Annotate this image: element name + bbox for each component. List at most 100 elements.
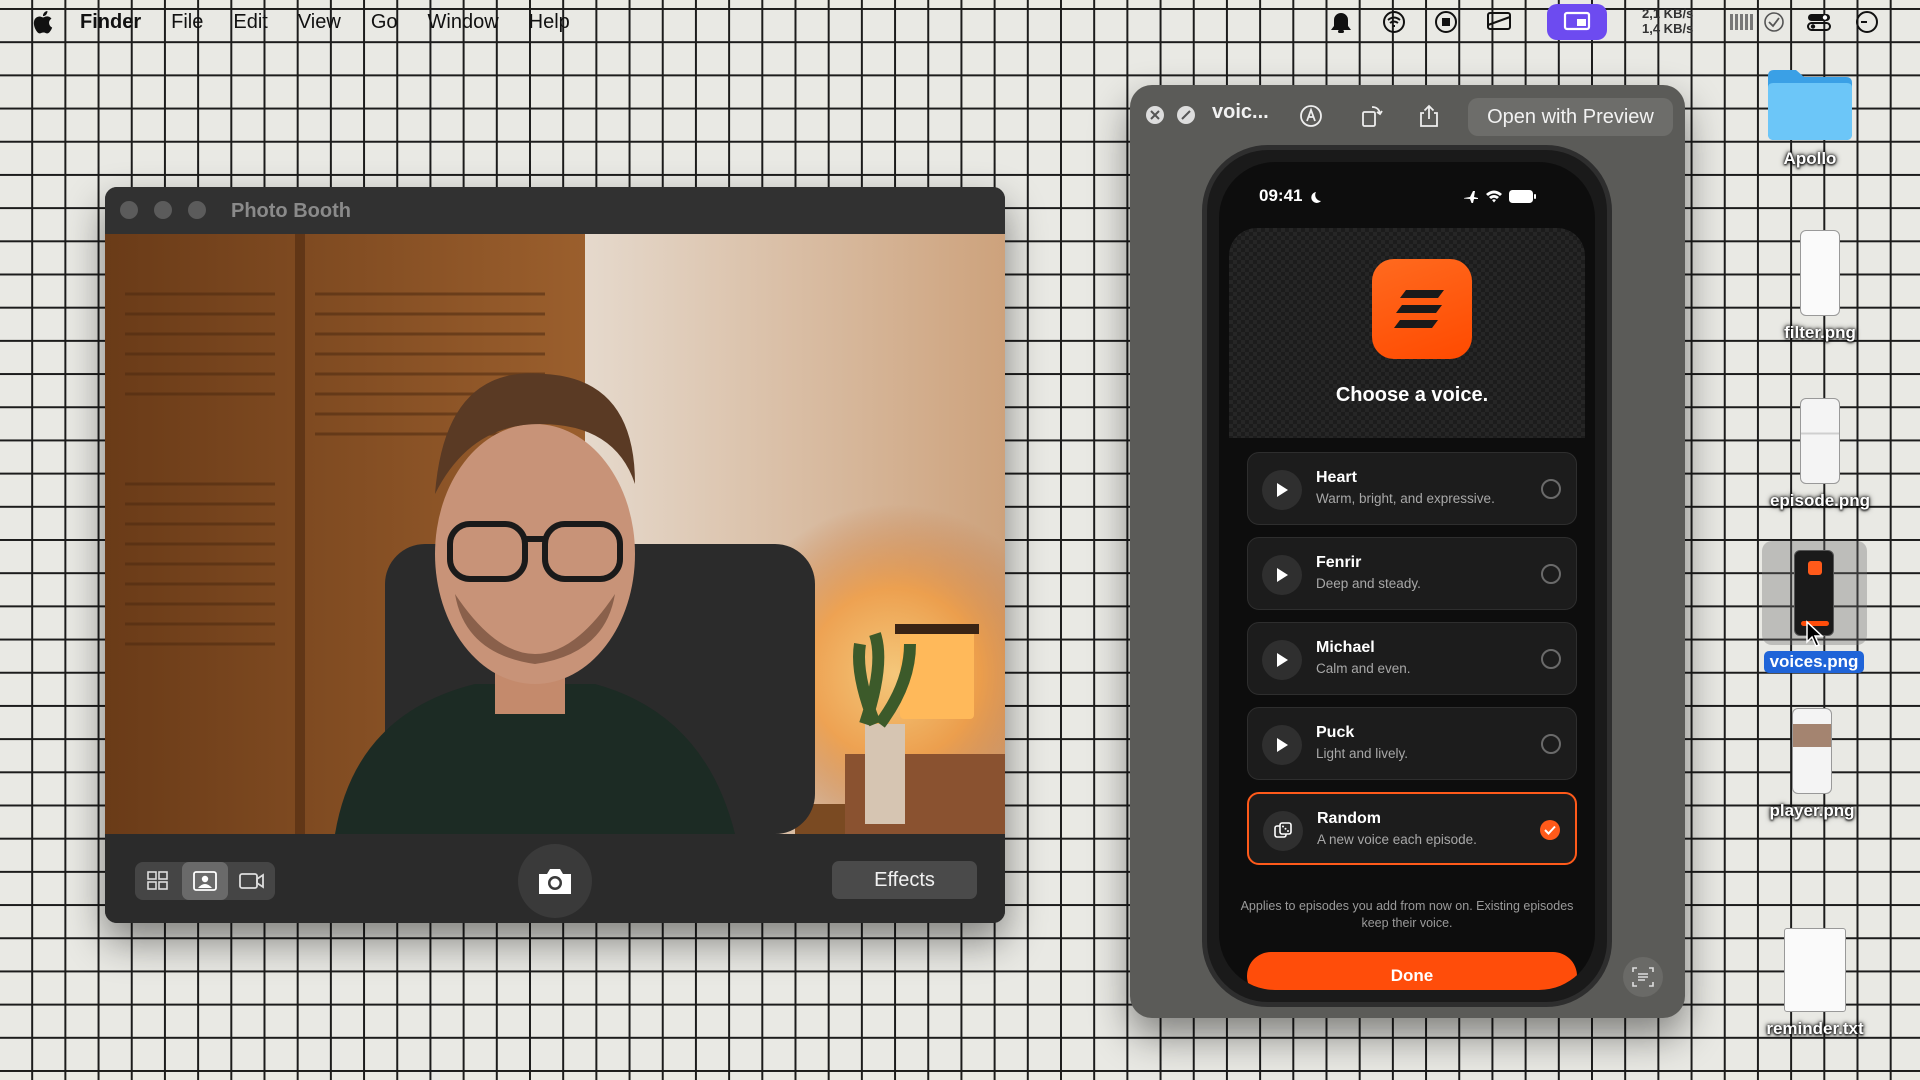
- clock-icon[interactable]: [1853, 10, 1881, 34]
- voice-description: Light and lively.: [1316, 746, 1409, 761]
- quick-look-window: voic... Open with Preview 09:41 Choose a…: [1130, 85, 1685, 1018]
- download-speed: 1,4 KB/s: [1642, 21, 1694, 36]
- play-icon: [1277, 568, 1288, 582]
- voice-list: Heart Warm, bright, and expressive. Fenr…: [1247, 452, 1577, 877]
- desktop-file-reminder-txt[interactable]: reminder.txt: [1740, 928, 1890, 1040]
- voice-description: A new voice each episode.: [1317, 832, 1477, 847]
- screen-mirror-icon: [1563, 11, 1591, 31]
- title-bar[interactable]: Photo Booth: [105, 187, 1005, 234]
- desktop-file-player-png[interactable]: player.png: [1737, 708, 1887, 822]
- voice-description: Deep and steady.: [1316, 576, 1421, 591]
- play-preview-button[interactable]: [1262, 725, 1302, 765]
- minimize-button[interactable]: [154, 201, 172, 219]
- menu-help[interactable]: Help: [529, 11, 570, 34]
- menu-go[interactable]: Go: [371, 11, 398, 34]
- network-speed: 2,1 KB/s 1,4 KB/s: [1642, 6, 1693, 36]
- desktop-item-label: episode.png: [1769, 491, 1871, 510]
- desktop-file-filter-png[interactable]: filter.png: [1745, 230, 1895, 344]
- zoom-button[interactable]: [188, 201, 206, 219]
- voice-name: Puck: [1316, 724, 1355, 741]
- radio-unchecked[interactable]: [1541, 734, 1561, 754]
- display-icon[interactable]: [1485, 10, 1513, 34]
- play-icon: [1277, 653, 1288, 667]
- done-button[interactable]: Done: [1247, 952, 1577, 990]
- record-stop-icon[interactable]: [1432, 10, 1460, 34]
- desktop-file-episode-png[interactable]: episode.png: [1745, 398, 1895, 512]
- live-text-button[interactable]: [1623, 957, 1663, 997]
- radio-unchecked[interactable]: [1541, 649, 1561, 669]
- image-thumbnail: [1792, 708, 1832, 794]
- video-icon: [239, 873, 264, 889]
- close-icon[interactable]: [1145, 105, 1165, 125]
- desktop-item-label: voices.png: [1763, 651, 1865, 673]
- voice-description: Calm and even.: [1316, 661, 1411, 676]
- memory-meter-icon[interactable]: [1728, 10, 1756, 34]
- text-file-icon: [1784, 928, 1846, 1012]
- photo-booth-toolbar: Effects: [105, 834, 1005, 923]
- phone-mockup: 09:41 Choose a voice. Heart Warm, bright…: [1202, 145, 1612, 1007]
- quick-look-toolbar: voic... Open with Preview: [1130, 85, 1685, 145]
- play-preview-button[interactable]: [1262, 555, 1302, 595]
- effects-button[interactable]: Effects: [832, 861, 977, 899]
- dice-icon: [1274, 822, 1292, 838]
- menu-file[interactable]: File: [171, 11, 203, 34]
- window-title: Photo Booth: [231, 200, 351, 222]
- voice-name: Random: [1317, 810, 1381, 827]
- wifi-icon: [1486, 190, 1502, 203]
- capture-mode-selector: [135, 862, 275, 900]
- take-photo-button[interactable]: [518, 844, 592, 918]
- voice-option-random[interactable]: Random A new voice each episode.: [1247, 792, 1577, 865]
- apple-logo-icon[interactable]: [30, 9, 54, 35]
- radio-unchecked[interactable]: [1541, 479, 1561, 499]
- text-scan-icon: [1632, 967, 1654, 987]
- markup-icon[interactable]: [1298, 103, 1324, 129]
- voice-name: Michael: [1316, 639, 1375, 656]
- close-button[interactable]: [120, 201, 138, 219]
- desktop-item-label: reminder.txt: [1766, 1019, 1864, 1038]
- menu-bar: Finder File Edit View Go Window Help 2,1…: [0, 0, 1920, 44]
- portrait-icon: [193, 871, 217, 891]
- check-circle-icon[interactable]: [1760, 10, 1788, 34]
- single-photo-mode-button[interactable]: [182, 862, 228, 900]
- fullscreen-icon[interactable]: [1176, 105, 1196, 125]
- menu-finder[interactable]: Finder: [80, 11, 141, 34]
- phone-screen: 09:41 Choose a voice. Heart Warm, bright…: [1219, 162, 1595, 990]
- radio-checked[interactable]: [1540, 820, 1560, 840]
- desktop-item-label: Apollo: [1783, 149, 1837, 168]
- voice-option-heart[interactable]: Heart Warm, bright, and expressive.: [1247, 452, 1577, 525]
- open-with-preview-button[interactable]: Open with Preview: [1468, 98, 1673, 136]
- video-mode-button[interactable]: [229, 862, 275, 900]
- desktop-file-voices-png[interactable]: voices.png: [1739, 541, 1889, 673]
- bell-icon[interactable]: [1327, 10, 1355, 34]
- voice-footnote: Applies to episodes you add from now on.…: [1240, 899, 1574, 930]
- desktop-item-label: filter.png: [1784, 323, 1856, 342]
- checkmark-icon: [1544, 825, 1556, 835]
- upload-speed: 2,1 KB/s: [1642, 6, 1694, 21]
- play-icon: [1277, 483, 1288, 497]
- menu-view[interactable]: View: [298, 11, 341, 34]
- radio-unchecked[interactable]: [1541, 564, 1561, 584]
- voice-header: Choose a voice.: [1229, 228, 1585, 438]
- menu-edit[interactable]: Edit: [233, 11, 267, 34]
- voice-option-puck[interactable]: Puck Light and lively.: [1247, 707, 1577, 780]
- play-preview-button[interactable]: [1262, 640, 1302, 680]
- screen-share-button[interactable]: [1547, 4, 1607, 40]
- voice-description: Warm, bright, and expressive.: [1316, 491, 1495, 506]
- four-photo-mode-button[interactable]: [135, 862, 181, 900]
- menu-window[interactable]: Window: [428, 11, 499, 34]
- voice-name: Fenrir: [1316, 554, 1362, 571]
- mouse-cursor-icon: [1806, 620, 1824, 647]
- folder-icon: [1768, 70, 1852, 140]
- shuffle-button[interactable]: [1263, 811, 1303, 851]
- wifi-circle-icon[interactable]: [1380, 10, 1408, 34]
- control-center-icon[interactable]: [1805, 10, 1833, 34]
- status-menu-area: 2,1 KB/s 1,4 KB/s: [1300, 0, 1920, 44]
- desktop-folder-apollo[interactable]: Apollo: [1735, 66, 1885, 170]
- rotate-icon[interactable]: [1358, 103, 1384, 129]
- voice-option-fenrir[interactable]: Fenrir Deep and steady.: [1247, 537, 1577, 610]
- voice-option-michael[interactable]: Michael Calm and even.: [1247, 622, 1577, 695]
- camera-preview: [105, 234, 1005, 834]
- play-preview-button[interactable]: [1262, 470, 1302, 510]
- image-thumbnail: [1800, 398, 1840, 484]
- share-icon[interactable]: [1416, 103, 1442, 129]
